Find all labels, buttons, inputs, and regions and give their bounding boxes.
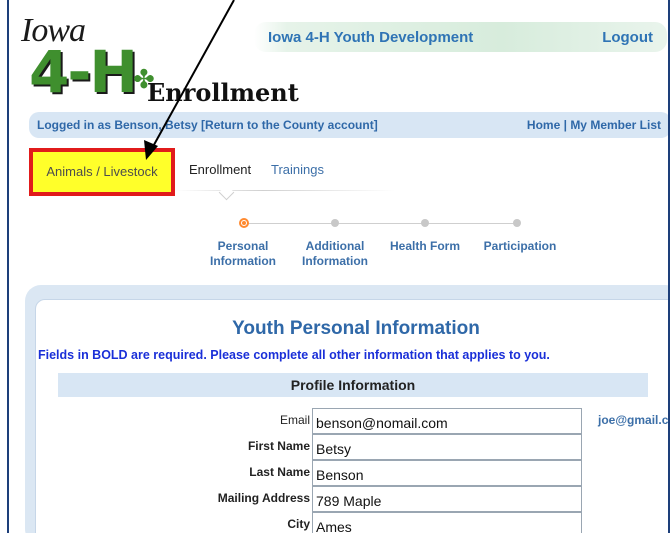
step-health-form[interactable]: Health Form	[387, 239, 463, 254]
step-dot-health	[421, 219, 429, 227]
step-participation[interactable]: Participation	[475, 239, 565, 254]
logo-4h-text: 4-H	[29, 38, 138, 106]
logged-in-name: Logged in as Benson, Betsy	[37, 118, 202, 132]
email-label: Email	[279, 413, 310, 427]
city-row: City	[36, 512, 668, 533]
step-label-line: Participation	[483, 239, 557, 253]
city-label: City	[287, 517, 310, 531]
header-bar: Iowa 4-H Youth Development Logout	[254, 22, 667, 52]
youth-info-panel: Youth Personal Information Fields in BOL…	[35, 299, 669, 533]
step-additional-information[interactable]: Additional Information	[297, 239, 373, 269]
step-dot-personal	[239, 218, 249, 228]
step-dot-additional	[331, 219, 339, 227]
profile-information-header: Profile Information	[58, 373, 648, 397]
step-label-line: Personal	[217, 239, 269, 253]
city-field[interactable]	[312, 512, 582, 533]
email-row: Email joe@gmail.com	[36, 408, 669, 434]
logo-enrollment-text: Enrollment	[147, 78, 299, 107]
logout-link[interactable]: Logout	[602, 29, 653, 46]
email-field[interactable]	[312, 408, 582, 434]
nav-separator: |	[563, 118, 567, 132]
last-name-label: Last Name	[249, 465, 310, 479]
content-panel: Youth Personal Information Fields in BOL…	[25, 285, 669, 533]
logged-in-text: Logged in as Benson, Betsy [Return to th…	[37, 118, 378, 132]
first-name-label: First Name	[247, 439, 310, 453]
tab-underline	[175, 190, 395, 191]
step-label-line: Health Form	[389, 239, 460, 253]
page-title: Youth Personal Information	[232, 318, 480, 339]
nav-links: Home | My Member List	[527, 118, 661, 132]
mailing-address-field[interactable]	[312, 486, 582, 512]
required-fields-note: Fields in BOLD are required. Please comp…	[38, 348, 550, 362]
tab-enrollment[interactable]: Enrollment	[179, 150, 262, 190]
last-name-field[interactable]	[312, 460, 582, 486]
tab-animals-livestock[interactable]: Animals / Livestock	[29, 148, 175, 196]
site-title: Iowa 4-H Youth Development	[268, 29, 474, 46]
mailing-address-label: Mailing Address	[217, 491, 310, 505]
mailing-address-row: Mailing Address	[36, 486, 668, 512]
step-personal-information[interactable]: Personal Information	[205, 239, 281, 269]
step-label-line: Information	[210, 254, 276, 268]
return-to-county-link[interactable]: [Return to the County account]	[201, 118, 378, 132]
logged-in-bar: Logged in as Benson, Betsy [Return to th…	[29, 112, 668, 138]
step-label-line: Additional	[305, 239, 365, 253]
iowa-4h-enrollment-logo: Iowa 4-H ✤ Enrollment	[21, 12, 299, 107]
my-member-list-link[interactable]: My Member List	[570, 118, 661, 132]
steps-line	[243, 223, 519, 224]
page-frame: Iowa 4-H ✤ Enrollment Iowa 4-H Youth Dev…	[7, 0, 670, 533]
first-name-row: First Name	[36, 434, 668, 460]
first-name-field[interactable]	[312, 434, 582, 460]
email-hint: joe@gmail.com	[598, 413, 669, 427]
progress-steps: Personal Information Additional Informat…	[199, 215, 579, 275]
last-name-row: Last Name	[36, 460, 668, 486]
step-label-line: Information	[302, 254, 368, 268]
home-link[interactable]: Home	[527, 118, 560, 132]
step-dot-participation	[513, 219, 521, 227]
tab-trainings[interactable]: Trainings	[261, 150, 334, 190]
